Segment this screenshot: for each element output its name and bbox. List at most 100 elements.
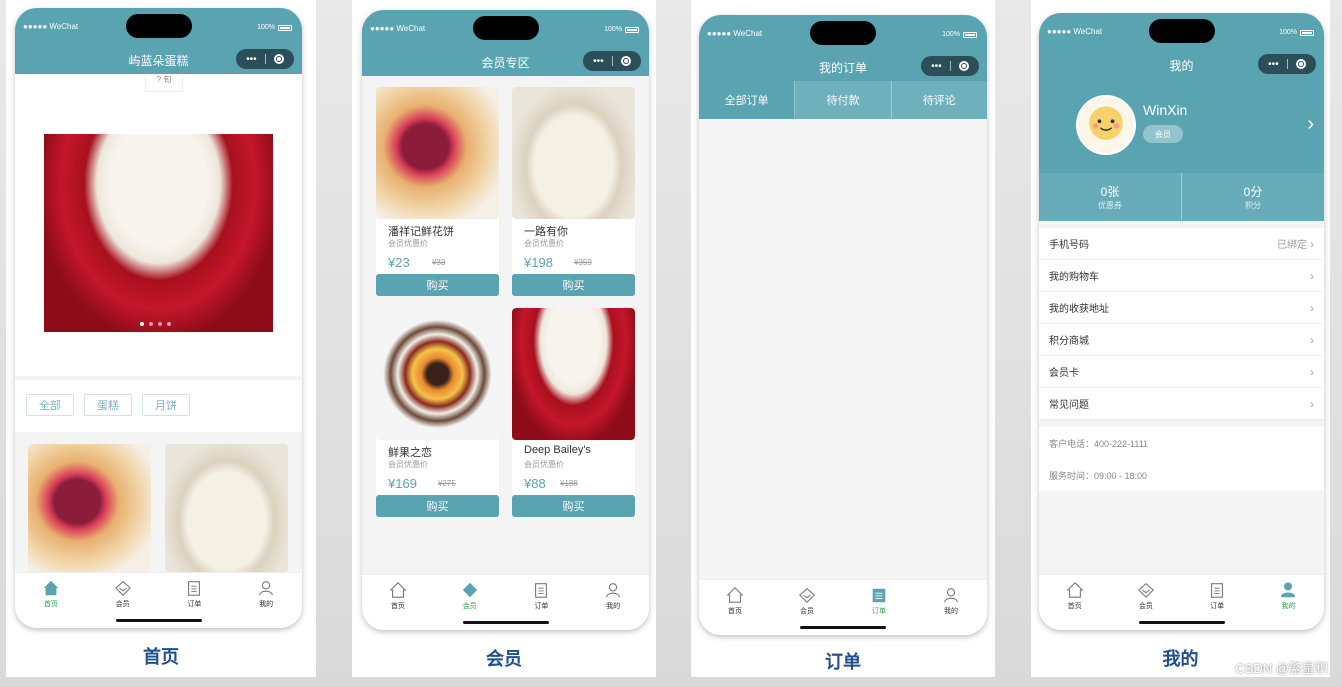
capsule-divider [949,61,951,71]
menu-item-phone[interactable]: 手机号码 已绑定 › [1039,228,1324,260]
close-miniapp-icon[interactable] [1295,59,1306,69]
product-image[interactable] [512,308,635,440]
close-miniapp-icon[interactable] [958,61,969,71]
buy-button[interactable]: 购买 [376,495,499,517]
banner-area: ? 旬 [15,74,302,376]
chevron-right-icon: › [1310,332,1314,347]
tab-mine[interactable]: 我的 [915,580,987,635]
capsule-menu[interactable]: ••• [583,51,641,71]
chevron-right-icon: › [1310,396,1314,411]
buy-button[interactable]: 购买 [376,274,499,296]
banner-dot[interactable] [158,322,162,326]
notch [810,21,876,45]
product-name: 潘祥记鲜花饼 [388,226,454,238]
tab-pending-review[interactable]: 待评论 [892,81,987,119]
more-icon[interactable]: ••• [246,54,257,65]
smile-face-icon [1089,106,1123,140]
tab-mine[interactable]: 我的 [1253,575,1324,630]
member-caption: 会员 [486,649,522,669]
tab-home[interactable]: 首页 [15,573,87,628]
avatar[interactable] [1076,95,1136,155]
battery-icon [278,24,292,31]
tab-member-label: 会员 [1138,603,1153,610]
menu-item-cart[interactable]: 我的购物车 › [1039,260,1324,292]
points-label: 积分 [1245,201,1261,210]
order-tabs: 全部订单 待付款 待评论 [699,81,987,119]
home-icon [389,582,407,598]
capsule-menu[interactable]: ••• [1258,54,1316,74]
coupon-stat[interactable]: 0张 优惠券 [1039,173,1182,221]
tab-mine-label: 我的 [944,608,958,615]
home-icon [43,580,59,596]
banner-image[interactable] [44,134,273,332]
mine-topbar: ●●●●● WeChat 100% 我的 ••• WinXin 会员 › 0张 … [1039,13,1324,221]
tab-mine[interactable]: 我的 [577,575,649,630]
member-topbar: ●●●●● WeChat 100% 会员专区 ••• [362,10,649,76]
banner-dot[interactable] [140,322,144,326]
product-card[interactable]: Deep Bailey's 会员优惠价 ¥88 ¥188 [512,308,635,498]
more-icon[interactable]: ••• [593,56,604,67]
product-original-price: ¥33 [432,258,446,267]
menu-item-faq[interactable]: 常见问题 › [1039,388,1324,420]
notch [1148,19,1215,43]
tab-all-orders[interactable]: 全部订单 [699,81,796,119]
home-topbar: ●●●●● WeChat 100% 屿蓝朵蛋糕 ••• [15,8,302,74]
product-price: ¥23 [388,255,410,270]
tab-home-label: 首页 [1067,603,1082,610]
filter-all-button[interactable]: 全部 [26,394,74,416]
product-name: Deep Bailey's [524,444,591,456]
contact-info: 客户电话：400-222-1111 服务时间：09:00 - 18:00 [1039,427,1324,491]
product-image[interactable] [376,308,499,440]
carrier-label: ●●●●● WeChat [23,22,79,31]
product-image-pastry[interactable] [28,444,151,572]
product-card[interactable]: 一路有你 会员优惠价 ¥198 ¥359 [512,87,635,277]
close-miniapp-icon[interactable] [620,56,631,66]
banner-dot[interactable] [167,322,171,326]
capsule-divider [1286,59,1288,69]
menu-label: 积分商城 [1049,336,1089,347]
more-icon[interactable]: ••• [931,61,942,72]
buy-button[interactable]: 购买 [512,274,635,296]
battery-icon [1300,29,1314,36]
order-panel: ●●●●● WeChat 100% 我的订单 ••• 全部订单 待付款 待评论 … [691,0,995,677]
product-image[interactable] [376,87,499,219]
profile-chevron-icon[interactable]: › [1307,113,1314,136]
tab-pending-payment[interactable]: 待付款 [795,81,892,119]
menu-item-address[interactable]: 我的收获地址 › [1039,292,1324,324]
filter-cake-button[interactable]: 蛋糕 [84,394,132,416]
clipboard-icon [872,588,886,603]
tab-home[interactable]: 首页 [699,580,771,635]
diamond-icon [114,580,131,596]
points-stat[interactable]: 0分 积分 [1182,173,1324,221]
member-panel: ●●●●● WeChat 100% 会员专区 ••• 潘祥记鲜花饼 会员优惠价 … [352,0,656,677]
product-image-cake[interactable] [165,444,288,572]
tab-home[interactable]: 首页 [362,575,434,630]
capsule-menu[interactable]: ••• [236,49,294,69]
menu-item-member-card[interactable]: 会员卡 › [1039,356,1324,388]
home-panel: ●●●●● WeChat 100% 屿蓝朵蛋糕 ••• ? 旬 全部 蛋糕 月饼 [6,0,316,677]
customer-phone[interactable]: 客户电话：400-222-1111 [1049,437,1148,450]
product-image[interactable] [512,87,635,219]
battery-status: 100% [604,26,639,33]
product-card[interactable]: 潘祥记鲜花饼 会员优惠价 ¥23 ¥33 [376,87,499,277]
tab-home-label: 首页 [390,603,405,610]
buy-button[interactable]: 购买 [512,495,635,517]
product-original-price: ¥275 [438,479,456,488]
coupon-label: 优惠券 [1098,201,1122,210]
menu-label: 手机号码 [1049,240,1089,251]
menu-item-points-mall[interactable]: 积分商城 › [1039,324,1324,356]
product-subtitle: 会员优惠价 [524,239,564,248]
home-caption: 首页 [143,647,179,667]
more-icon[interactable]: ••• [1268,59,1279,70]
banner-dot[interactable] [149,322,153,326]
chevron-right-icon: › [1310,364,1314,379]
tab-mine[interactable]: 我的 [230,573,302,628]
carrier-label: ●●●●● WeChat [370,24,426,33]
filter-mooncake-button[interactable]: 月饼 [142,394,190,416]
banner-dots [140,322,171,326]
close-miniapp-icon[interactable] [273,54,284,64]
product-card[interactable]: 鲜果之恋 会员优惠价 ¥169 ¥275 [376,308,499,498]
tab-home[interactable]: 首页 [1039,575,1110,630]
watermark: CSDN @繁星积 [1235,661,1328,676]
capsule-menu[interactable]: ••• [921,56,979,76]
